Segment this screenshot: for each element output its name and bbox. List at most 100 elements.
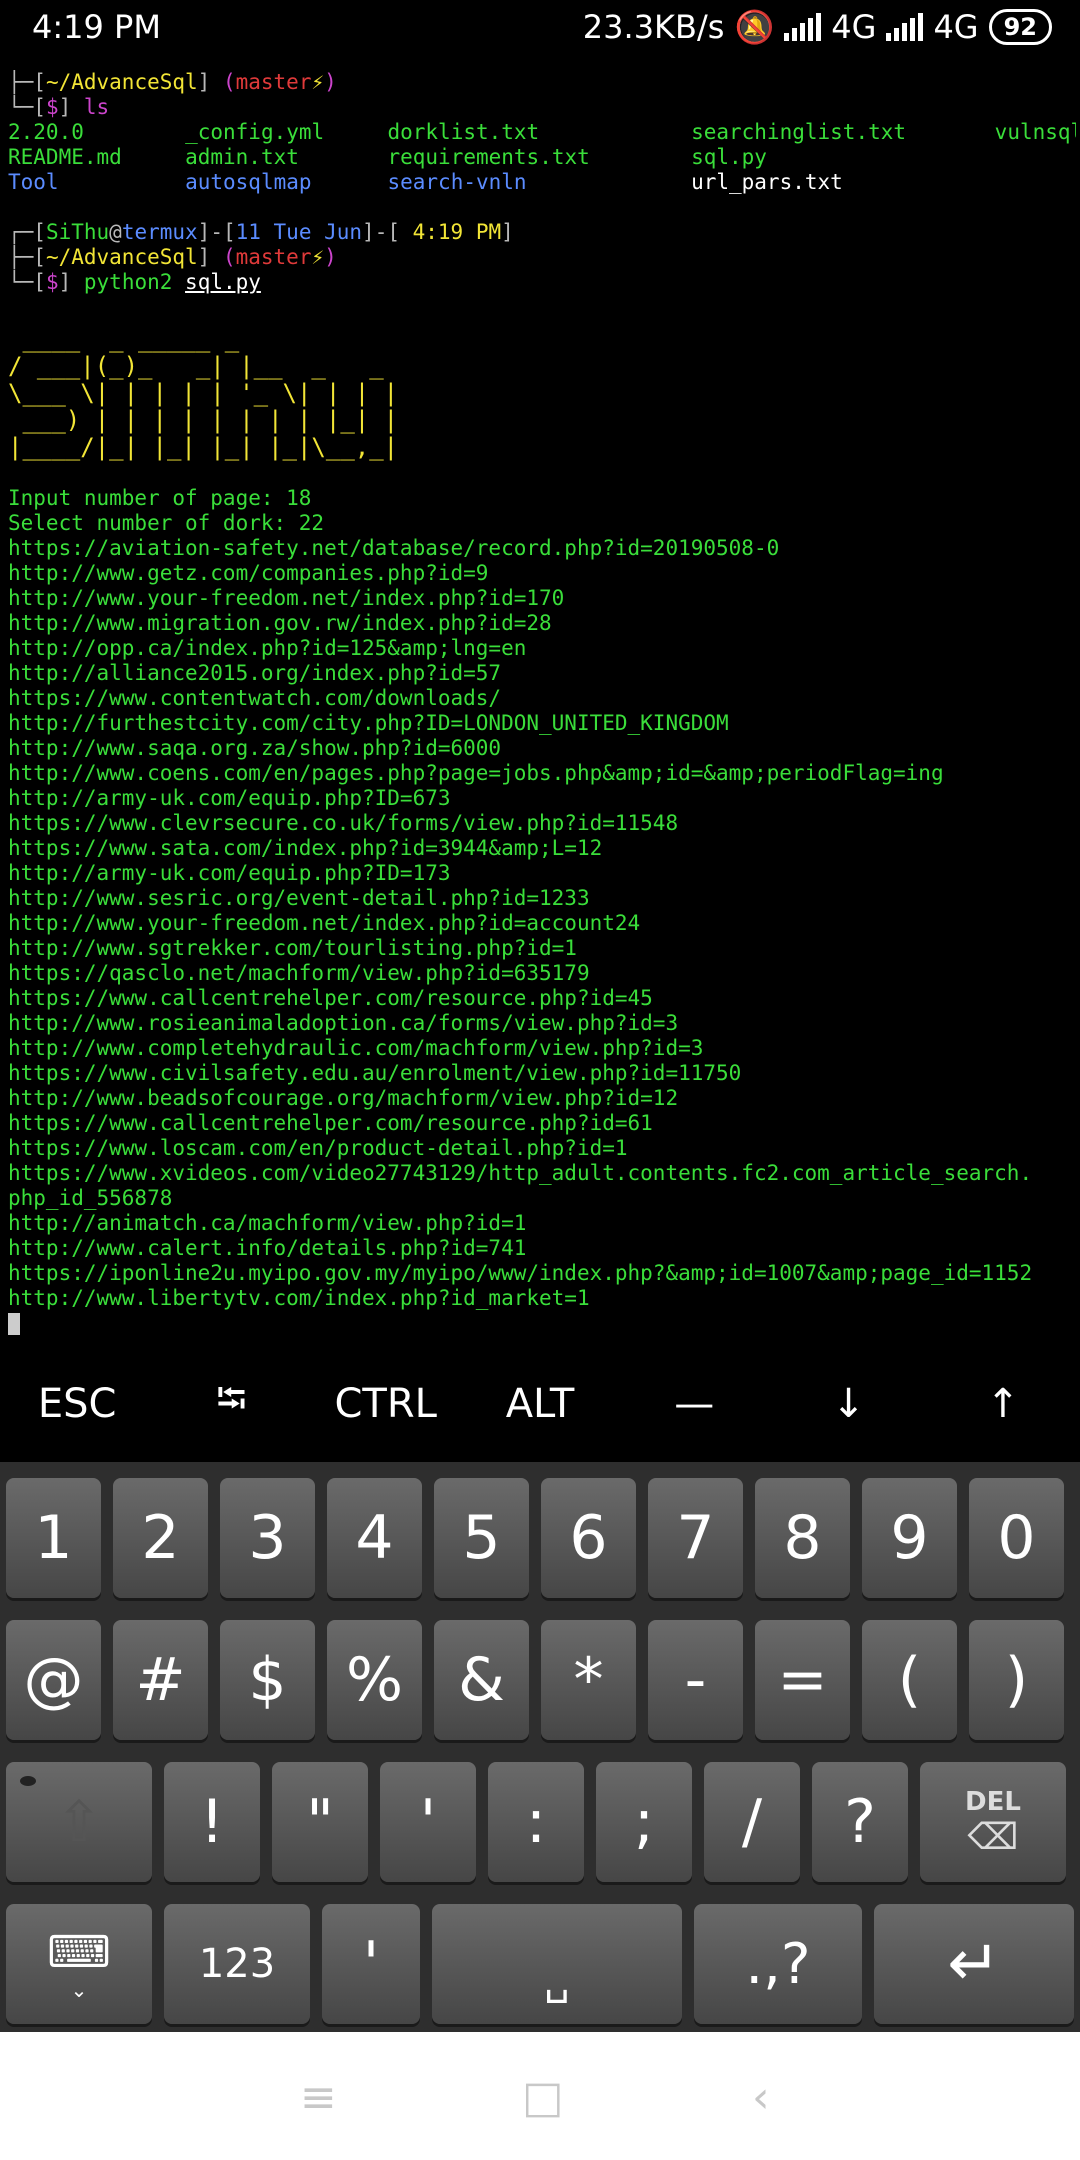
url-line: https://www.xvideos.com/video27743129/ht… (8, 1161, 1033, 1185)
prompt-line: └─[$] ls (8, 95, 110, 119)
key-5[interactable]: * (541, 1620, 636, 1740)
arrow-down-key[interactable]: ↓ (771, 1362, 925, 1446)
navigation-bar: ≡ □ ‹ (0, 2032, 1080, 2160)
cursor-line (8, 1311, 1076, 1336)
key-6[interactable]: 7 (648, 1478, 743, 1598)
banner-line: ____ _ _____ _ (8, 325, 240, 353)
arrow-up-key[interactable]: ↑ (926, 1362, 1080, 1446)
url-line: http://www.saqa.org.za/show.php?id=6000 (8, 736, 502, 760)
url-line: http://www.your-freedom.net/index.php?id… (8, 911, 641, 935)
key-3[interactable]: 4 (327, 1478, 422, 1598)
key-8[interactable]: 9 (862, 1478, 957, 1598)
key-6[interactable]: ? (812, 1762, 908, 1882)
url-line: https://www.contentwatch.com/downloads/ (8, 686, 502, 710)
space-key[interactable]: ␣ (432, 1904, 682, 2024)
status-right: 23.3KB/s 🔕 4G 4G 92 (583, 8, 1052, 46)
backspace-icon: ⌫ (967, 1816, 1019, 1858)
command-text: ls (83, 95, 110, 119)
url-line: http://animatch.ca/machform/view.php?id=… (8, 1211, 527, 1235)
soft-keyboard: 1234567890 @ # $% & * - =() ⇧ ! " ':; /? DEL ⌫ ⌨ … (0, 1462, 1080, 2032)
key-1[interactable]: # (113, 1620, 208, 1740)
prompt-header: ├─[~/AdvanceSql] (master⚡) (8, 245, 337, 269)
signal-icon-2 (886, 13, 924, 41)
enter-icon: ↵ (947, 1927, 1001, 2001)
ls-entry: search-vnln (387, 170, 527, 194)
url-line: http://www.coens.com/en/pages.php?page=j… (8, 761, 944, 785)
url-line: http://www.migration.gov.rw/index.php?id… (8, 611, 552, 635)
key-7[interactable]: = (755, 1620, 850, 1740)
script-output: Input number of page: 18 Select number of… (8, 486, 1076, 1311)
url-line: https://iponline2u.myipo.gov.my/myipo/ww… (8, 1261, 1033, 1285)
prompt-symbol: $ (45, 95, 59, 119)
tab-key[interactable]: ⭾ (154, 1362, 308, 1446)
key-0[interactable]: @ (6, 1620, 101, 1740)
terminal-output[interactable]: ├─[~/AdvanceSql] (master⚡) └─[$] ls 2.20… (8, 70, 1076, 1340)
url-line: https://www.callcentrehelper.com/resourc… (8, 1111, 653, 1135)
key-4[interactable]: ; (596, 1762, 692, 1882)
key-6[interactable]: - (648, 1620, 743, 1740)
keyboard-row-symbols: @ # $% & * - =() (0, 1620, 1080, 1740)
keyboard-icon: ⌨ (47, 1926, 111, 1978)
key-7[interactable]: 8 (755, 1478, 850, 1598)
battery-icon: 92 (988, 9, 1052, 45)
url-line: http://alliance2015.org/index.php?id=57 (8, 661, 502, 685)
delete-key[interactable]: DEL ⌫ (920, 1762, 1066, 1882)
key-3[interactable]: % (327, 1620, 422, 1740)
ls-output: 2.20.0 _config.yml dorklist.txt searchingli… (8, 120, 1076, 195)
key-1[interactable]: 2 (113, 1478, 208, 1598)
key-8[interactable]: ( (862, 1620, 957, 1740)
url-line: http://www.sesric.org/event-detail.php?i… (8, 886, 590, 910)
url-line: http://www.calert.info/details.php?id=74… (8, 1236, 527, 1260)
extra-keys-row: ESC ⭾ CTRL ALT — ↓ ↑ (0, 1362, 1080, 1446)
ls-entry: url_pars.txt (691, 170, 843, 194)
key-0[interactable]: ! (164, 1762, 260, 1882)
url-line: https://www.sata.com/index.php?id=3944&a… (8, 836, 603, 860)
banner-line: / ___|(_)_ _| |__ _ _ (8, 352, 384, 380)
punctuation-key[interactable]: .,? (694, 1904, 862, 2024)
dash-key[interactable]: — (617, 1362, 771, 1446)
menu-icon[interactable]: ≡ (300, 2072, 337, 2123)
bolt-icon: ⚡ (311, 70, 325, 94)
url-line: https://www.loscam.com/en/product-detail… (8, 1136, 628, 1160)
key-5[interactable]: / (704, 1762, 800, 1882)
numbers-key[interactable]: 123 (164, 1904, 310, 2024)
delete-label: DEL (965, 1786, 1021, 1817)
key-9[interactable]: ) (969, 1620, 1064, 1740)
shift-key[interactable]: ⇧ (6, 1762, 152, 1882)
esc-key[interactable]: ESC (0, 1362, 154, 1446)
key-3[interactable]: : (488, 1762, 584, 1882)
git-branch: master (235, 245, 312, 269)
key-2[interactable]: 3 (220, 1478, 315, 1598)
key-1[interactable]: " (272, 1762, 368, 1882)
key-5[interactable]: 6 (541, 1478, 636, 1598)
key-0[interactable]: 1 (6, 1478, 101, 1598)
status-time: 4:19 PM (32, 8, 161, 46)
ascii-banner: ____ _ _____ _ / ___|(_)_ _| |__ _ _ \___ … (8, 326, 1076, 461)
key-2[interactable]: $ (220, 1620, 315, 1740)
ctrl-key[interactable]: CTRL (309, 1362, 463, 1446)
url-line: http://www.completehydraulic.com/machfor… (8, 1036, 704, 1060)
shift-indicator-icon (20, 1776, 36, 1786)
banner-line: |____/|_| |_| |_| |_|\__,_| (8, 433, 399, 461)
key-4[interactable]: & (434, 1620, 529, 1740)
url-line: http://army-uk.com/equip.php?ID=673 (8, 786, 451, 810)
ls-entry: vulnsql.txt (994, 120, 1076, 144)
apostrophe-key[interactable]: ' (322, 1904, 420, 2024)
prompt-line: └─[$] python2 sql.py (8, 270, 261, 294)
banner-line: ___) | | | | | | | | |_| | (8, 406, 399, 434)
banner-line: \___ \| | | | | '_ \| | | | (8, 379, 399, 407)
git-branch: master (235, 70, 312, 94)
key-4[interactable]: 5 (434, 1478, 529, 1598)
ls-entry: searchinglist.txt (691, 120, 907, 144)
enter-key[interactable]: ↵ (874, 1904, 1074, 2024)
url-line: http://www.sgtrekker.com/tourlisting.php… (8, 936, 577, 960)
key-9[interactable]: 0 (969, 1478, 1064, 1598)
key-2[interactable]: ' (380, 1762, 476, 1882)
home-icon[interactable]: □ (522, 2072, 564, 2123)
keyboard-switch-key[interactable]: ⌨ ⌄ (6, 1904, 152, 2024)
back-icon[interactable]: ‹ (752, 2072, 770, 2123)
network-speed: 23.3KB/s (582, 8, 725, 46)
ls-entry: sql.py (691, 145, 767, 169)
ls-entry: autosqlmap (185, 170, 312, 194)
alt-key[interactable]: ALT (463, 1362, 617, 1446)
